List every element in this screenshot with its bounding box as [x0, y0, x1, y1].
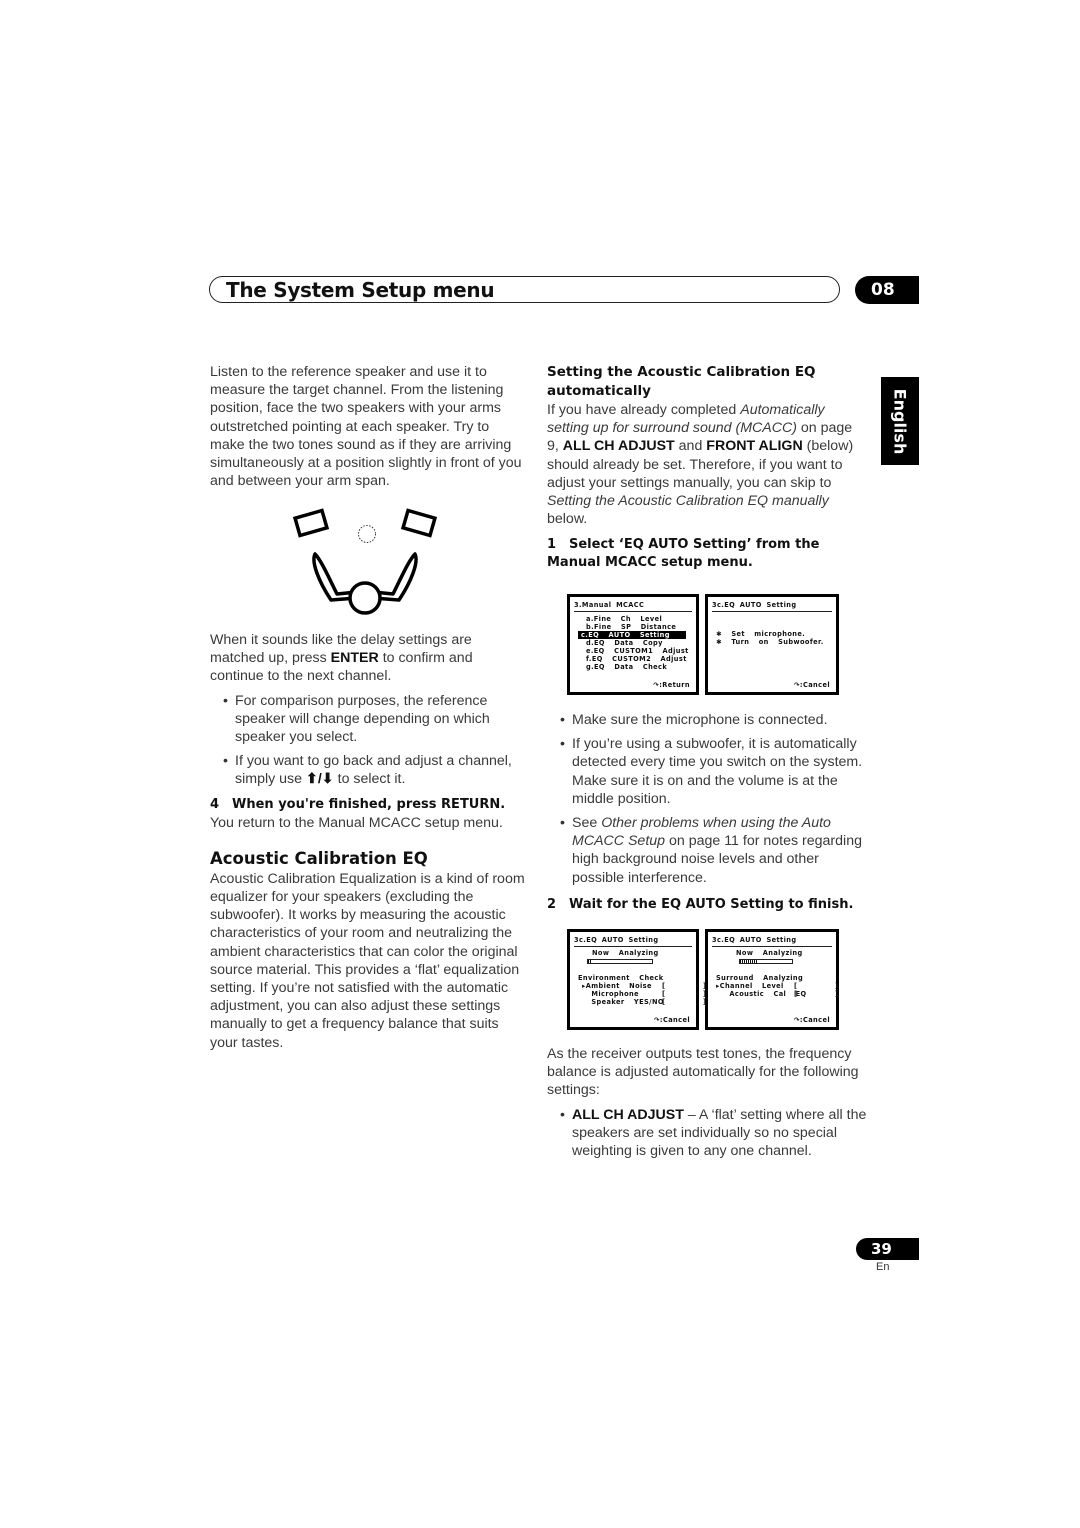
up-down-arrow-icon: ⬆/⬇ [305, 771, 334, 788]
right-column-middle: Make sure the microphone is connected. I… [547, 711, 867, 914]
left-bullets: For comparison purposes, the reference s… [210, 692, 526, 789]
page-number: 39 [856, 1238, 919, 1260]
osd-status: Now Analyzing [736, 949, 803, 957]
osd-menu-item: f.EQ CUSTOM2 Adjust [586, 655, 687, 663]
osd-return-hint: ↷:Return [653, 681, 690, 689]
bullet-item: For comparison purposes, the reference s… [210, 692, 526, 747]
osd-instruction: ✱ Set microphone. [716, 630, 806, 638]
osd-title: 3c.EQ AUTO Setting [712, 601, 832, 612]
osd-title: 3c.EQ AUTO Setting [712, 936, 832, 947]
bullet-item: If you’re using a subwoofer, it is autom… [547, 735, 867, 808]
osd-title: 3c.EQ AUTO Setting [574, 936, 692, 947]
speaker-alignment-diagram [292, 508, 438, 615]
osd-menu-item: e.EQ CUSTOM1 Adjust [586, 647, 689, 655]
enter-key-label: ENTER [330, 650, 379, 667]
left-column: Listen to the reference speaker and use … [210, 363, 526, 490]
osd-row-value: [ ] [662, 990, 707, 998]
osd-screen-surround-analyzing: 3c.EQ AUTO Setting Now Analyzing Surroun… [705, 929, 839, 1030]
language-tab-label: English [890, 388, 910, 454]
bullet-item: See Other problems when using the Auto M… [547, 814, 867, 887]
osd-title: 3.Manual MCACC [574, 601, 692, 612]
osd-group-label: Environment Check [578, 974, 664, 982]
section-title: Acoustic Calibration EQ [210, 848, 428, 868]
osd-row-value: [ ] [662, 982, 707, 990]
left-column-lower: When it sounds like the delay settings a… [210, 631, 526, 1052]
right-intro-paragraph: If you have already completed Automatica… [547, 402, 854, 528]
step-1-heading: 1 Select ‘EQ AUTO Setting’ from the Manua… [547, 537, 820, 571]
right-column-lower: As the receiver outputs test tones, the … [547, 1045, 867, 1160]
osd-screen-manual-mcacc: 3.Manual MCACC a.Fine Ch Level b.Fine SP… [567, 594, 699, 695]
bullet-item: ALL CH ADJUST – A ‘flat’ setting where a… [547, 1106, 867, 1161]
osd-instruction: ✱ Turn on Subwoofer. [716, 638, 824, 646]
section-body: Acoustic Calibration Equalization is a k… [210, 870, 525, 1051]
step-4-description: You return to the Manual MCACC setup men… [210, 814, 503, 831]
osd-progress-fill [740, 960, 759, 963]
osd-row-label: Speaker YES/NO [582, 998, 664, 1006]
osd-progress-bar [739, 959, 793, 964]
right-bullets: Make sure the microphone is connected. I… [547, 711, 867, 887]
page-language: En [876, 1261, 890, 1273]
osd-row-value: [ ] [794, 990, 839, 998]
listener-with-arms-icon [312, 552, 418, 615]
subheading: Setting the Acoustic Calibration EQ auto… [547, 364, 816, 399]
step-4-heading: 4 When you're finished, press RETURN. [210, 796, 506, 812]
language-tab: English [881, 377, 919, 465]
osd-row-label: Microphone [582, 990, 640, 998]
osd-menu-item: a.Fine Ch Level [586, 615, 663, 623]
outro-paragraph: As the receiver outputs test tones, the … [547, 1046, 859, 1099]
osd-row-label: ▸Ambient Noise [582, 982, 652, 990]
delay-paragraph: When it sounds like the delay settings a… [210, 632, 473, 685]
intro-paragraph: Listen to the reference speaker and use … [210, 364, 522, 490]
step-2-heading: 2 Wait for the EQ AUTO Setting to finish. [547, 896, 854, 912]
osd-progress-fill [588, 960, 592, 963]
osd-menu-item: g.EQ Data Check [586, 663, 668, 671]
osd-row-value: [ ] [794, 982, 839, 990]
center-dotted-circle-icon [358, 525, 376, 543]
right-column: Setting the Acoustic Calibration EQ auto… [547, 363, 867, 572]
osd-menu-item: d.EQ Data Copy [586, 639, 663, 647]
osd-cancel-hint: ↷:Cancel [654, 1016, 690, 1024]
osd-cancel-hint: ↷:Cancel [794, 1016, 830, 1024]
osd-row-label: ▸Channel Level [716, 982, 784, 990]
speaker-left-icon [292, 508, 330, 538]
osd-screen-eq-auto-setting: 3c.EQ AUTO Setting ✱ Set microphone. ✱ T… [705, 594, 839, 695]
chapter-number-tab: 08 [855, 276, 919, 304]
osd-row-value: [ ] [662, 998, 707, 1006]
osd-progress-bar [587, 959, 653, 964]
osd-menu-item-selected: c.EQ AUTO Setting [578, 631, 686, 639]
osd-cancel-hint: ↷:Cancel [794, 681, 830, 689]
osd-status: Now Analyzing [592, 949, 659, 957]
outro-bullets: ALL CH ADJUST – A ‘flat’ setting where a… [547, 1106, 867, 1161]
osd-menu-item: b.Fine SP Distance [586, 623, 677, 631]
bullet-item: If you want to go back and adjust a chan… [210, 752, 526, 788]
page-title: The System Setup menu [226, 278, 495, 302]
bullet-item: Make sure the microphone is connected. [547, 711, 867, 729]
osd-group-label: Surround Analyzing [716, 974, 804, 982]
speaker-right-icon [400, 508, 438, 538]
osd-screen-environment-check: 3c.EQ AUTO Setting Now Analyzing Environ… [567, 929, 706, 1030]
